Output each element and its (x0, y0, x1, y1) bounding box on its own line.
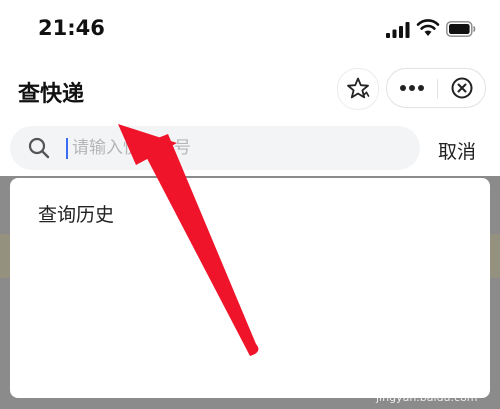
status-bar: 21:46 (0, 0, 500, 58)
search-icon (28, 137, 50, 159)
cancel-button[interactable]: 取消 (438, 137, 476, 164)
favorite-button[interactable] (337, 68, 379, 110)
watermark-brand: Bai 经验 (406, 368, 489, 392)
screen: 21:46 查快递 请输入快递单号 取消 查询历史 Bai 经验 jingyan… (0, 0, 500, 409)
battery-icon (446, 21, 476, 37)
text-caret (66, 138, 68, 159)
paw-logo-icon (369, 360, 399, 389)
page-title: 查快递 (18, 82, 85, 107)
tracking-number-input[interactable] (72, 134, 402, 162)
close-circle-icon (451, 77, 473, 99)
search-row: 取消 (0, 120, 500, 176)
baidu-watermark: Bai 经验 jingyan.baidu.com (358, 356, 498, 406)
star-icon (347, 77, 370, 99)
wifi-icon (416, 19, 440, 36)
search-box[interactable] (10, 126, 420, 170)
more-dots-icon (400, 85, 424, 91)
watermark-url: jingyan.baidu.com (376, 391, 478, 404)
history-title: 查询历史 (38, 204, 115, 226)
status-time: 21:46 (38, 16, 105, 40)
more-button[interactable] (387, 69, 437, 107)
close-button[interactable] (438, 69, 486, 107)
menu-capsule (386, 68, 486, 108)
nav-bar: 查快递 (0, 58, 500, 120)
cellular-signal-icon (386, 22, 410, 38)
